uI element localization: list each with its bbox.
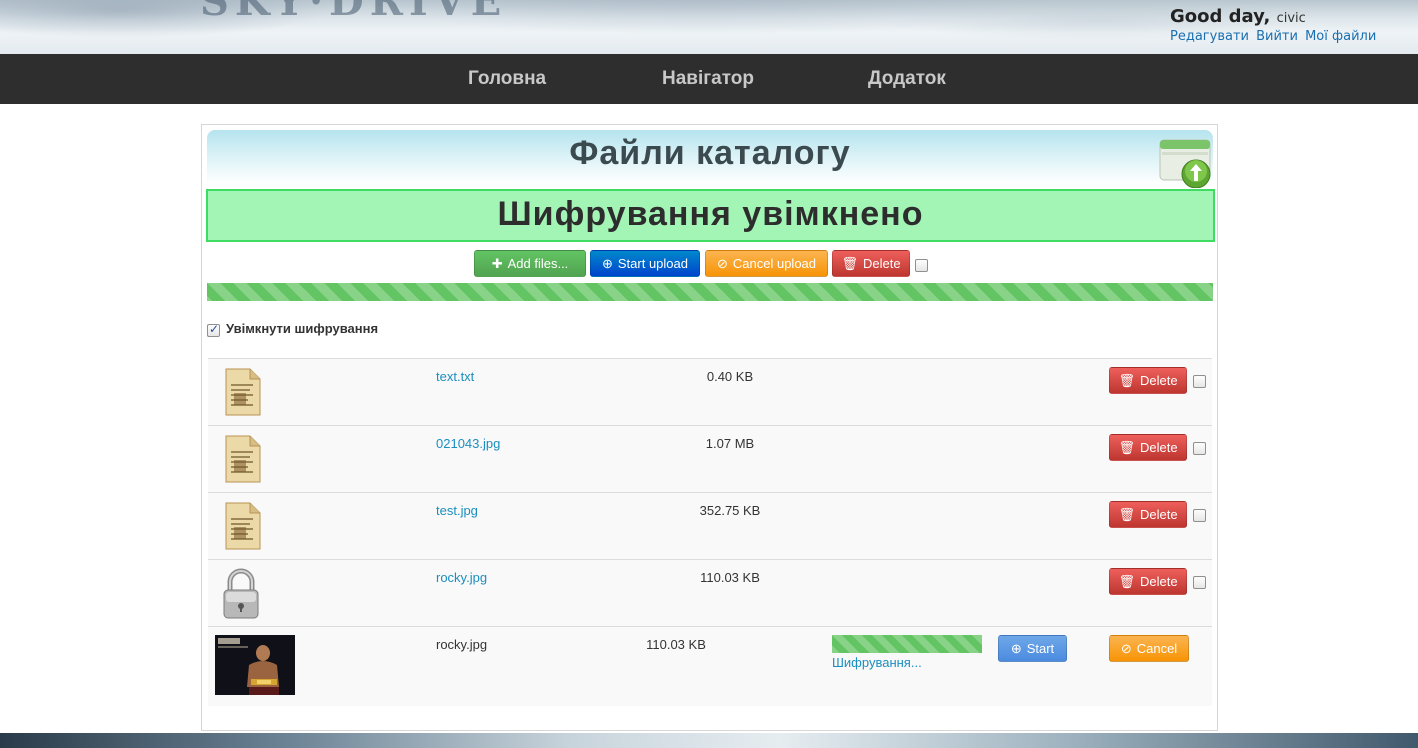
add-files-label: Add files... <box>507 256 569 271</box>
delete-label: Delete <box>1139 373 1178 388</box>
start-button[interactable]: ⊕ Start <box>998 635 1067 662</box>
file-row: text.txt 0.40 KB 🗑 Delete <box>208 358 1212 425</box>
enable-encryption-checkbox[interactable] <box>207 322 220 337</box>
row-select-checkbox[interactable] <box>1193 375 1206 388</box>
trash-icon: 🗑 <box>1118 439 1135 455</box>
start-upload-button[interactable]: ⊕ Start upload <box>590 250 700 277</box>
cancel-label: Cancel <box>1136 641 1178 656</box>
file-size: 352.75 KB <box>699 503 761 518</box>
delete-button[interactable]: 🗑 Delete <box>1109 501 1187 528</box>
file-size: 1.07 MB <box>705 436 755 451</box>
header-banner: SKY·DRIVE Good day, civic Редагувати Вий… <box>0 0 1418 54</box>
file-panel: Файли каталогу Шифрування увімкнено ✚ Ad… <box>201 124 1218 731</box>
main-navbar: Головна Навігатор Додаток <box>0 54 1418 104</box>
user-links: Редагувати Вийти Мої файли <box>1170 29 1379 44</box>
document-icon <box>225 502 261 550</box>
greeting-text: Good day, <box>1170 6 1271 27</box>
file-name-link[interactable]: rocky.jpg <box>436 570 487 585</box>
ban-icon: ⊘ <box>716 255 728 271</box>
cancel-button[interactable]: ⊘ Cancel <box>1109 635 1189 662</box>
greeting: Good day, civic <box>1170 6 1379 27</box>
delete-label: Delete <box>1139 574 1178 589</box>
lock-icon <box>223 568 259 619</box>
file-name-link[interactable]: 021043.jpg <box>436 436 500 451</box>
select-all-checkbox[interactable] <box>915 259 928 272</box>
cancel-upload-button[interactable]: ⊘ Cancel upload <box>705 250 828 277</box>
upload-file-size: 110.03 KB <box>646 637 706 652</box>
cancel-upload-label: Cancel upload <box>732 256 817 271</box>
delete-label: Delete <box>1139 440 1178 455</box>
upload-progress-bar <box>832 635 982 653</box>
upload-circle-icon: ⊕ <box>601 255 613 271</box>
start-label: Start <box>1026 641 1055 656</box>
catalog-header: Файли каталогу <box>207 130 1213 188</box>
bulk-delete-button[interactable]: 🗑 Delete <box>832 250 910 277</box>
delete-button[interactable]: 🗑 Delete <box>1109 434 1187 461</box>
document-icon <box>225 435 261 483</box>
nav-item-home[interactable]: Головна <box>468 68 546 90</box>
folder-upload-icon[interactable] <box>1159 134 1213 188</box>
nav-item-app[interactable]: Додаток <box>868 68 946 90</box>
upload-row: rocky.jpg 110.03 KB Шифрування... ⊕ Star… <box>208 626 1212 706</box>
trash-icon: 🗑 <box>1118 506 1135 522</box>
file-size: 0.40 KB <box>706 369 754 384</box>
boxer-photo-icon <box>215 635 295 695</box>
delete-button[interactable]: 🗑 Delete <box>1109 568 1187 595</box>
edit-profile-link[interactable]: Редагувати <box>1170 29 1249 44</box>
trash-icon: 🗑 <box>841 255 858 271</box>
upload-status: Шифрування... <box>832 655 922 670</box>
file-name-link[interactable]: text.txt <box>436 369 474 384</box>
file-name-link[interactable]: test.jpg <box>436 503 478 518</box>
footer-banner <box>0 733 1418 748</box>
delete-label: Delete <box>1139 507 1178 522</box>
delete-button[interactable]: 🗑 Delete <box>1109 367 1187 394</box>
nav-item-navigator[interactable]: Навігатор <box>662 68 754 90</box>
user-box: Good day, civic Редагувати Вийти Мої фай… <box>1170 6 1379 44</box>
plus-icon: ✚ <box>491 255 503 271</box>
trash-icon: 🗑 <box>1118 372 1135 388</box>
row-select-checkbox[interactable] <box>1193 576 1206 589</box>
username: civic <box>1276 11 1306 26</box>
image-thumbnail <box>215 635 295 695</box>
file-size: 110.03 KB <box>700 570 760 585</box>
upload-file-name: rocky.jpg <box>436 637 488 652</box>
enable-encryption-label: Увімкнути шифрування <box>226 321 379 336</box>
encryption-banner: Шифрування увімкнено <box>206 189 1215 242</box>
row-select-checkbox[interactable] <box>1193 509 1206 522</box>
my-files-link[interactable]: Мої файли <box>1305 29 1376 44</box>
trash-icon: 🗑 <box>1118 573 1135 589</box>
logout-link[interactable]: Вийти <box>1256 29 1298 44</box>
add-files-button[interactable]: ✚ Add files... <box>474 250 586 277</box>
catalog-title: Файли каталогу <box>569 134 851 172</box>
start-upload-label: Start upload <box>617 256 688 271</box>
file-row: rocky.jpg 110.03 KB 🗑 Delete <box>208 559 1212 626</box>
global-progress-bar <box>207 283 1213 301</box>
encryption-banner-text: Шифрування увімкнено <box>497 195 924 233</box>
document-icon <box>225 368 261 416</box>
site-logo: SKY·DRIVE <box>200 0 508 25</box>
file-row: 021043.jpg 1.07 MB 🗑 Delete <box>208 425 1212 492</box>
file-row: test.jpg 352.75 KB 🗑 Delete <box>208 492 1212 559</box>
bulk-delete-label: Delete <box>862 256 901 271</box>
ban-icon: ⊘ <box>1120 640 1132 656</box>
row-select-checkbox[interactable] <box>1193 442 1206 455</box>
upload-circle-icon: ⊕ <box>1010 640 1022 656</box>
